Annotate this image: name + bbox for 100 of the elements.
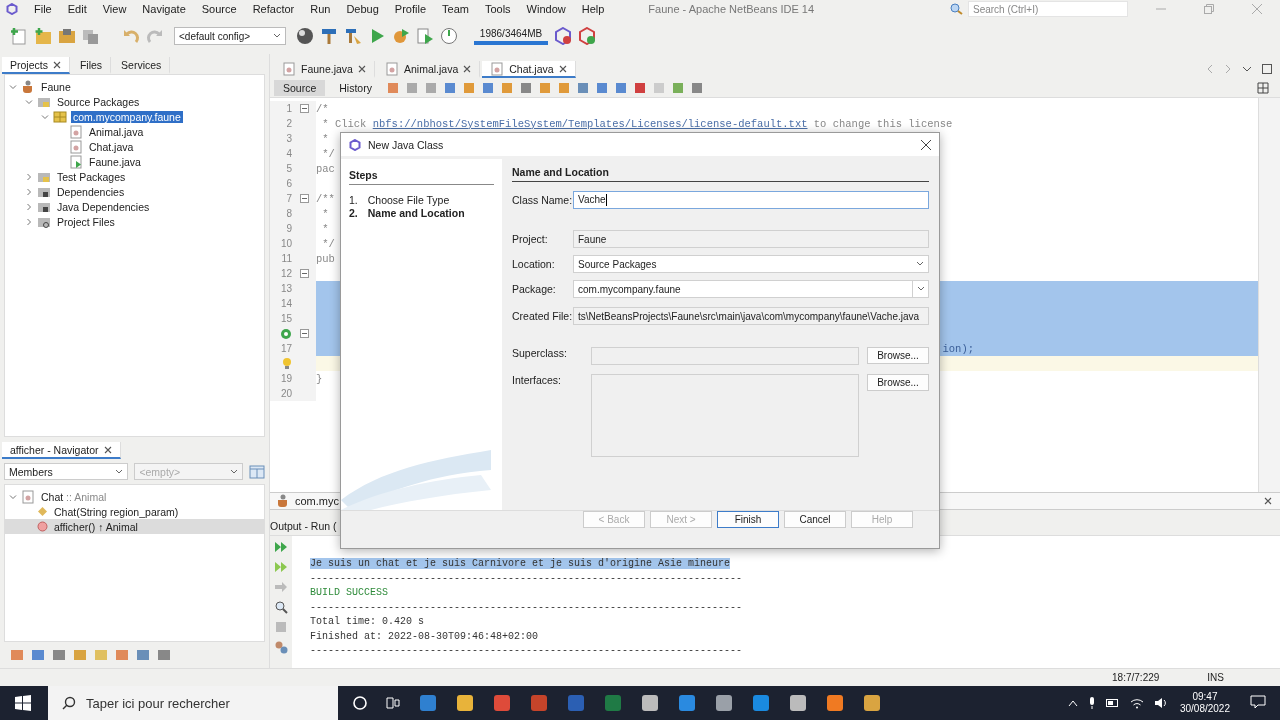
circle-icon[interactable] bbox=[352, 695, 368, 711]
wifi-icon[interactable] bbox=[1129, 697, 1144, 709]
tree-item[interactable]: Project Files bbox=[5, 214, 264, 229]
tree-item[interactable]: afficher() ↑ Animal bbox=[5, 519, 264, 534]
menu-item[interactable]: File bbox=[26, 3, 60, 15]
panel-layout-icon[interactable] bbox=[249, 464, 265, 479]
tree-item[interactable]: Source Packages bbox=[5, 94, 264, 109]
fast-forward-icon[interactable] bbox=[274, 560, 288, 574]
toolbar-icon[interactable] bbox=[670, 80, 685, 95]
tree-item[interactable]: com.mycompany.faune bbox=[5, 109, 264, 124]
app-icon[interactable] bbox=[492, 693, 512, 713]
tree-item[interactable]: Dependencies bbox=[5, 184, 264, 199]
combo-field[interactable]: com.mycompany.faune bbox=[573, 280, 929, 298]
close-icon[interactable] bbox=[463, 64, 472, 73]
tree-item[interactable]: Animal.java bbox=[5, 124, 264, 139]
toolbar-icon[interactable] bbox=[689, 80, 704, 95]
hammer-broom-icon[interactable] bbox=[344, 27, 362, 45]
fold-icon[interactable] bbox=[299, 269, 309, 278]
browse-button[interactable]: Browse... bbox=[867, 374, 929, 391]
taskbar-search-field[interactable]: Taper ici pour rechercher bbox=[48, 686, 338, 720]
app-icon[interactable] bbox=[788, 693, 808, 713]
view-tab[interactable]: History bbox=[330, 79, 381, 96]
panel-tab[interactable]: afficher - Navigator bbox=[2, 442, 121, 459]
grid-icon[interactable] bbox=[1257, 81, 1269, 94]
speaker-icon[interactable] bbox=[1153, 697, 1168, 709]
browse-button[interactable]: Browse... bbox=[867, 347, 929, 364]
text-field[interactable]: Vache bbox=[573, 191, 929, 209]
editor-tab[interactable]: Chat.java bbox=[482, 61, 576, 78]
menu-item[interactable]: Navigate bbox=[134, 3, 194, 15]
toolbar-icon[interactable] bbox=[499, 80, 514, 95]
app-icon[interactable] bbox=[677, 693, 697, 713]
folder-icon[interactable] bbox=[58, 27, 76, 45]
fast-forward-icon[interactable] bbox=[274, 540, 288, 554]
toolbar-icon[interactable] bbox=[157, 648, 171, 662]
debug-icon[interactable] bbox=[392, 27, 410, 45]
hammer-icon[interactable] bbox=[320, 27, 338, 45]
right-arrow-icon[interactable] bbox=[274, 580, 288, 594]
dropdown-field[interactable]: Source Packages bbox=[573, 255, 929, 273]
toolbar-icon[interactable] bbox=[518, 80, 533, 95]
menu-item[interactable]: View bbox=[94, 3, 135, 15]
toolbar-icon[interactable] bbox=[31, 648, 45, 662]
fold-icon[interactable] bbox=[299, 194, 309, 203]
toolbar-icon[interactable] bbox=[423, 80, 438, 95]
output-tab[interactable]: Output - Run ( bbox=[270, 519, 337, 532]
chevron-up-icon[interactable] bbox=[1067, 699, 1078, 707]
new-file-icon[interactable] bbox=[10, 27, 28, 45]
app-icon[interactable] bbox=[751, 693, 771, 713]
menu-item[interactable]: Source bbox=[193, 3, 245, 15]
tree-item[interactable]: Faune.java bbox=[5, 154, 264, 169]
close-icon[interactable] bbox=[357, 64, 366, 73]
breadcrumb-item[interactable]: com.myc bbox=[295, 495, 339, 507]
toolbar-icon[interactable] bbox=[537, 80, 552, 95]
menu-item[interactable]: Run bbox=[302, 3, 339, 15]
config-dropdown[interactable]: <default config> bbox=[174, 27, 286, 45]
battery-icon[interactable] bbox=[1105, 698, 1120, 708]
tree-item[interactable]: Faune bbox=[5, 79, 264, 94]
maximize-icon[interactable] bbox=[1262, 64, 1272, 74]
app-icon[interactable] bbox=[862, 693, 882, 713]
new-project-icon[interactable] bbox=[34, 27, 52, 45]
profile-icon[interactable] bbox=[416, 27, 434, 45]
app-icon[interactable] bbox=[825, 693, 845, 713]
app-icon[interactable] bbox=[714, 693, 734, 713]
toolbar-icon[interactable] bbox=[442, 80, 457, 95]
memory-meter[interactable]: 1986/3464MB bbox=[474, 27, 548, 45]
app-icon[interactable] bbox=[418, 693, 438, 713]
gauge-icon[interactable] bbox=[440, 27, 458, 45]
toolbar-icon[interactable] bbox=[594, 80, 609, 95]
close-icon[interactable] bbox=[103, 445, 112, 454]
menu-item[interactable]: Debug bbox=[338, 3, 387, 15]
app-icon[interactable] bbox=[640, 693, 660, 713]
tree-item[interactable]: Java Dependencies bbox=[5, 199, 264, 214]
menu-item[interactable]: Window bbox=[518, 3, 574, 15]
toolbar-icon[interactable] bbox=[461, 80, 476, 95]
toolbar-icon[interactable] bbox=[632, 80, 647, 95]
tree-item[interactable]: Chat :: Animal bbox=[5, 489, 264, 504]
toolbar-icon[interactable] bbox=[52, 648, 66, 662]
restore-icon[interactable] bbox=[1204, 4, 1214, 14]
menu-item[interactable]: Refactor bbox=[244, 3, 303, 15]
toolbar-icon[interactable] bbox=[556, 80, 571, 95]
tree-item[interactable]: Test Packages bbox=[5, 169, 264, 184]
fold-icon[interactable] bbox=[299, 329, 309, 338]
close-icon[interactable] bbox=[52, 60, 61, 69]
stop-icon[interactable] bbox=[274, 620, 288, 634]
magnifier-icon[interactable] bbox=[274, 600, 288, 614]
editor-tab[interactable]: Faune.java bbox=[274, 61, 375, 78]
menu-item[interactable]: Edit bbox=[59, 3, 95, 15]
toolbar-icon[interactable] bbox=[404, 80, 419, 95]
editor-tab[interactable]: Animal.java bbox=[376, 61, 481, 78]
task-view-icon[interactable] bbox=[385, 695, 401, 711]
toolbar-icon[interactable] bbox=[480, 80, 495, 95]
toolbar-icon[interactable] bbox=[613, 80, 628, 95]
toolbar-icon[interactable] bbox=[136, 648, 150, 662]
tree-item[interactable]: Chat(String region_param) bbox=[5, 504, 264, 519]
app-icon[interactable] bbox=[455, 693, 475, 713]
notification-icon[interactable] bbox=[1250, 695, 1266, 709]
dialog-button[interactable]: Finish bbox=[717, 511, 779, 528]
code-link[interactable]: nbfs://nbhost/SystemFileSystem/Templates/Licenses/license-default.txt bbox=[372, 117, 808, 130]
close-icon[interactable] bbox=[558, 64, 567, 73]
close-icon[interactable] bbox=[921, 139, 931, 150]
menu-item[interactable]: Help bbox=[573, 3, 613, 15]
